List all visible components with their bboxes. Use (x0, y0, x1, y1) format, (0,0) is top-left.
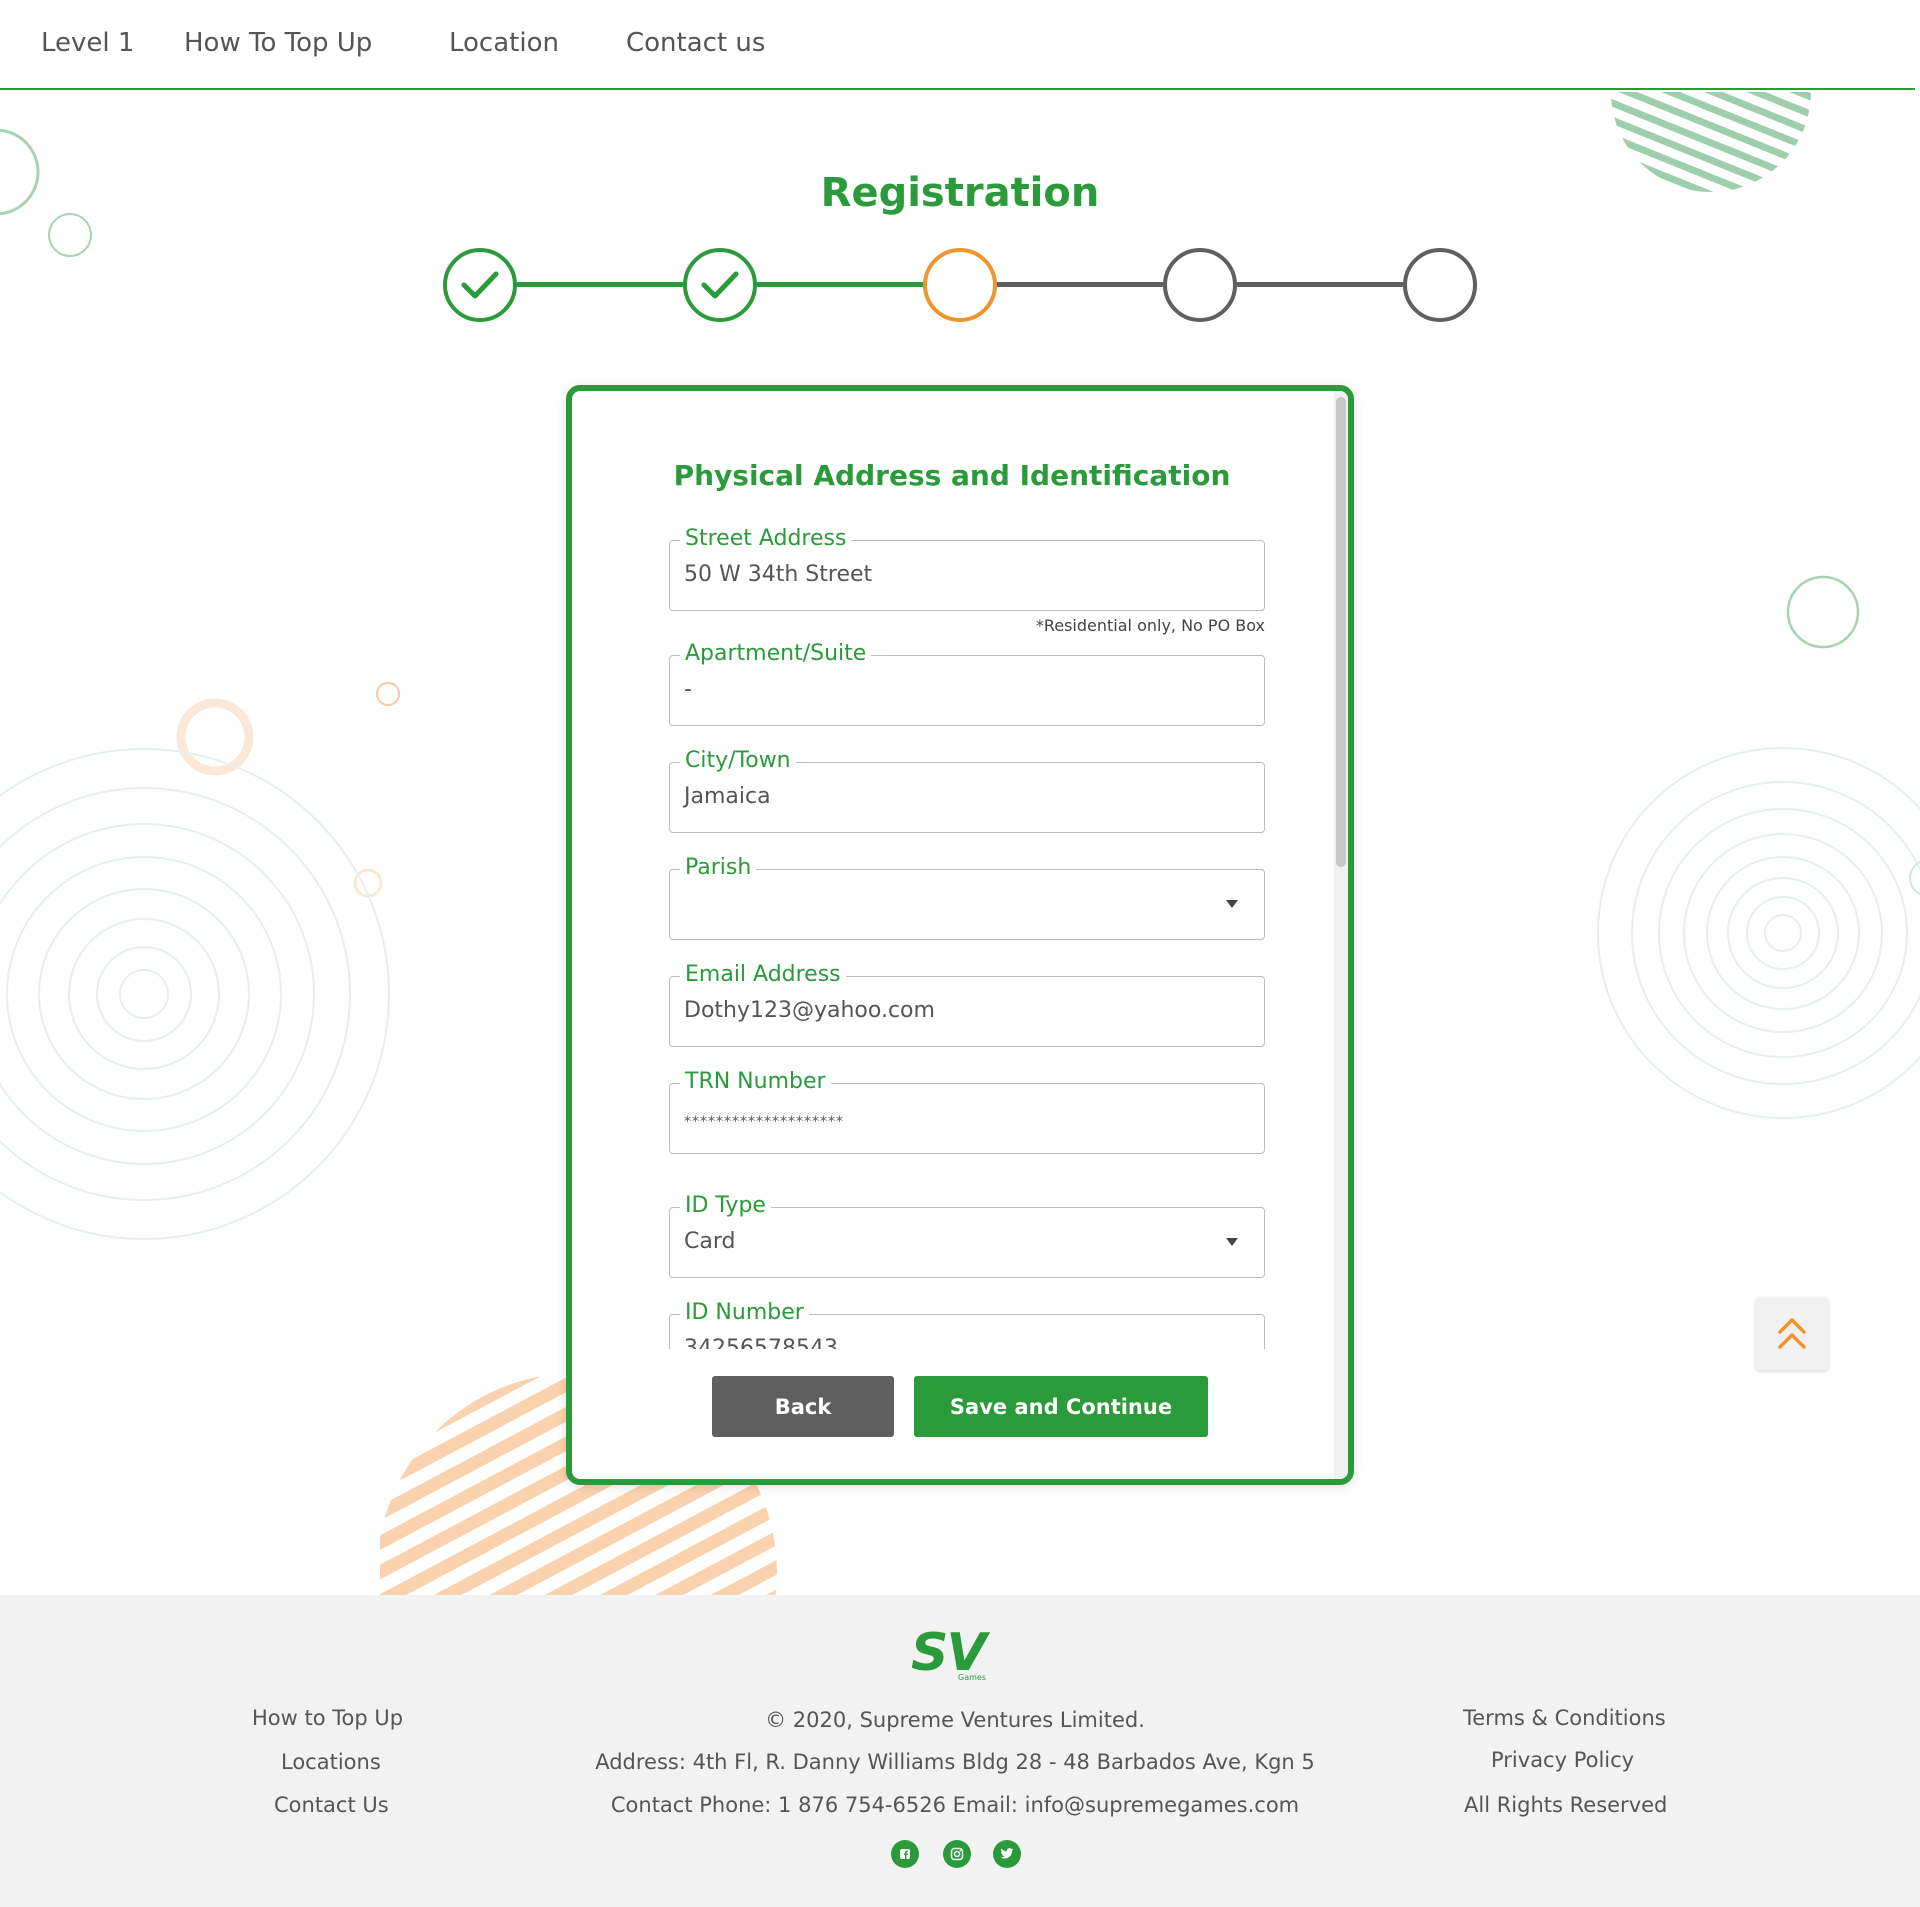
email-address-label: Email Address (680, 962, 846, 988)
email-address-value[interactable]: Dothy123@yahoo.com (684, 998, 935, 1023)
id-number-label: ID Number (680, 1300, 809, 1326)
apartment-suite-value[interactable]: - (684, 677, 692, 702)
city-town-label: City/Town (680, 748, 796, 774)
footer: SV Games How to Top Up Locations Contact… (0, 1595, 1920, 1907)
form-scroll-area[interactable]: Physical Address and Identification Stre… (572, 391, 1342, 1349)
registration-form-card: Physical Address and Identification Stre… (566, 385, 1354, 1485)
stepper-step-2 (683, 248, 757, 322)
parish-label: Parish (680, 855, 757, 881)
form-title: Physical Address and Identification (673, 459, 1231, 492)
stepper-step-4 (1163, 248, 1237, 322)
stepper-step-1 (443, 248, 517, 322)
apartment-suite-field[interactable]: Apartment/Suite - (669, 641, 1265, 726)
street-address-value[interactable]: 50 W 34th Street (684, 562, 872, 587)
email-address-field[interactable]: Email Address Dothy123@yahoo.com (669, 962, 1265, 1047)
trn-number-field[interactable]: TRN Number ******************** (669, 1069, 1265, 1154)
check-icon (701, 271, 739, 299)
chevron-down-icon[interactable] (1226, 1238, 1238, 1246)
parish-select[interactable]: Parish (669, 855, 1265, 940)
scroll-to-top-button[interactable] (1756, 1298, 1828, 1370)
footer-link-terms[interactable]: Terms & Conditions (1463, 1706, 1666, 1730)
double-chevron-up-icon (1778, 1318, 1806, 1349)
back-button[interactable]: Back (712, 1376, 894, 1437)
street-address-field[interactable]: Street Address 50 W 34th Street (669, 526, 1265, 611)
nav-item-location[interactable]: Location (449, 28, 559, 58)
twitter-icon[interactable] (993, 1840, 1021, 1868)
street-address-label: Street Address (680, 526, 852, 552)
check-icon (461, 271, 499, 299)
facebook-icon[interactable] (891, 1840, 919, 1868)
stepper-step-5 (1403, 248, 1477, 322)
footer-rights-reserved: All Rights Reserved (1464, 1793, 1668, 1817)
footer-link-privacy[interactable]: Privacy Policy (1491, 1748, 1634, 1772)
apartment-suite-label: Apartment/Suite (680, 641, 872, 667)
page-title: Registration (820, 170, 1100, 216)
top-nav: Level 1 How To Top Up Location Contact u… (0, 0, 1915, 90)
city-town-field[interactable]: City/Town Jamaica (669, 748, 1265, 833)
id-type-label: ID Type (680, 1193, 771, 1219)
city-town-value[interactable]: Jamaica (684, 784, 771, 809)
chevron-down-icon[interactable] (1226, 900, 1238, 908)
nav-item-contact-us[interactable]: Contact us (626, 28, 765, 58)
logo-subtext: Games (958, 1673, 986, 1682)
save-and-continue-button[interactable]: Save and Continue (914, 1376, 1208, 1437)
nav-item-level-1[interactable]: Level 1 (41, 28, 134, 58)
trn-number-label: TRN Number (680, 1069, 831, 1095)
stepper-step-3 (923, 248, 997, 322)
id-number-value[interactable]: 34256578543 (684, 1336, 838, 1349)
instagram-icon[interactable] (943, 1840, 971, 1868)
street-address-hint: *Residential only, No PO Box (1035, 616, 1265, 635)
id-number-field[interactable]: ID Number 34256578543 (669, 1300, 1265, 1349)
nav-item-how-to-top-up[interactable]: How To Top Up (184, 28, 372, 58)
id-type-value[interactable]: Card (684, 1229, 735, 1254)
trn-number-value[interactable]: ******************** (684, 1114, 844, 1130)
id-type-select[interactable]: ID Type Card (669, 1193, 1265, 1278)
sv-games-logo[interactable]: SV Games (911, 1623, 1001, 1685)
